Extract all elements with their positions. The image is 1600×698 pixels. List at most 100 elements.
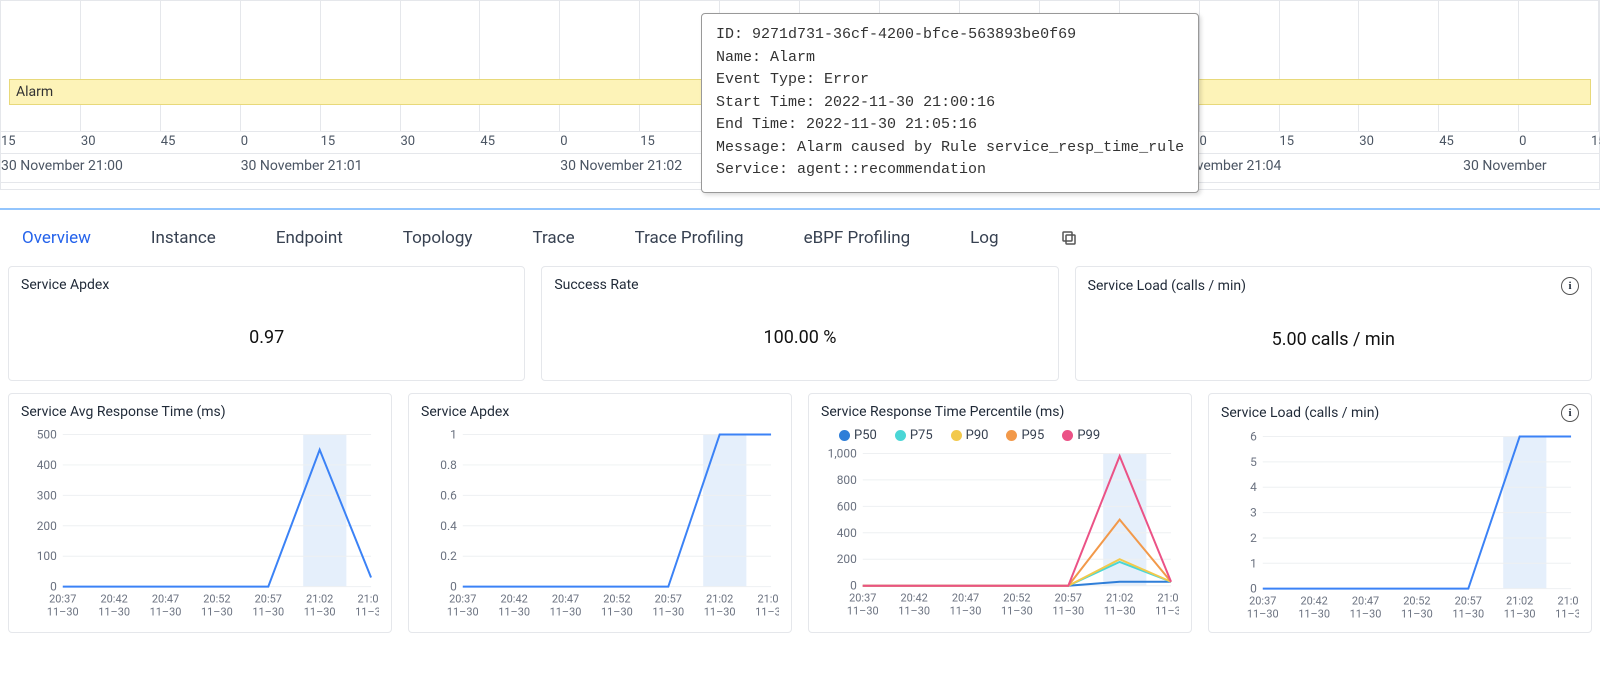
svg-text:1,000: 1,000 — [828, 447, 857, 460]
svg-text:600: 600 — [837, 499, 857, 513]
svg-text:20:37: 20:37 — [849, 592, 876, 605]
tooltip-svc: agent::recommendation — [797, 161, 986, 178]
svg-text:11–30: 11–30 — [304, 605, 336, 618]
svg-text:1: 1 — [1250, 556, 1257, 570]
svg-text:0.6: 0.6 — [440, 488, 457, 502]
legend-item[interactable]: P90 — [951, 428, 989, 443]
info-icon[interactable]: i — [1561, 404, 1579, 422]
card-title: Service Load (calls / min) — [1088, 278, 1246, 294]
chart-apdex: Service Apdex 00.20.40.60.8120:3711–3020… — [408, 393, 792, 633]
tab-endpoint[interactable]: Endpoint — [276, 228, 343, 248]
svg-text:11–30: 11–30 — [498, 605, 530, 618]
tab-instance[interactable]: Instance — [151, 228, 216, 248]
legend-item[interactable]: P95 — [1006, 428, 1044, 443]
card-value: 5.00 calls / min — [1076, 305, 1591, 380]
timeline-tick: 30 — [81, 134, 96, 149]
tab-trace[interactable]: Trace — [532, 228, 574, 248]
tab-log[interactable]: Log — [970, 228, 998, 248]
chart-svg[interactable]: 00.20.40.60.8120:3711–3020:4211–3020:471… — [421, 428, 779, 623]
svg-text:20:57: 20:57 — [255, 593, 282, 606]
info-icon[interactable]: i — [1561, 277, 1579, 295]
tooltip-id: 9271d731-36cf-4200-bfce-563893be0f69 — [752, 26, 1076, 43]
svg-text:11–30: 11–30 — [601, 605, 633, 618]
tab-overview[interactable]: Overview — [22, 228, 91, 248]
percentile-legend: P50 P75 P90 P95 P99 — [809, 424, 1191, 443]
legend-item[interactable]: P75 — [895, 428, 933, 443]
svg-text:11–30: 11–30 — [1350, 607, 1382, 620]
svg-text:21:02: 21:02 — [1106, 592, 1133, 605]
tooltip-name: Alarm — [770, 49, 815, 66]
alarm-label: Alarm — [16, 84, 53, 100]
chart-title: Service Avg Response Time (ms) — [21, 404, 226, 420]
svg-text:11–30: 11–30 — [652, 605, 684, 618]
tooltip-name-label: Name: — [716, 49, 761, 66]
timeline-tick: 45 — [161, 134, 176, 149]
svg-text:0: 0 — [450, 580, 457, 594]
chart-svg[interactable]: 010020030040050020:3711–3020:4211–3020:4… — [21, 428, 379, 623]
svg-text:21:07: 21:07 — [1557, 595, 1579, 608]
chart-title: Service Response Time Percentile (ms) — [821, 404, 1064, 420]
svg-text:20:57: 20:57 — [1055, 592, 1082, 605]
svg-text:11–30: 11–30 — [550, 605, 582, 618]
tab-ebpf-profiling[interactable]: eBPF Profiling — [804, 228, 911, 248]
svg-text:2: 2 — [1250, 531, 1257, 545]
svg-text:11–30: 11–30 — [1001, 605, 1033, 618]
chart-percentile: Service Response Time Percentile (ms) P5… — [808, 393, 1192, 633]
svg-text:11–30: 11–30 — [355, 605, 379, 618]
svg-text:11–30: 11–30 — [98, 605, 130, 618]
svg-text:0.2: 0.2 — [440, 549, 457, 563]
alarm-tooltip: ID: 9271d731-36cf-4200-bfce-563893be0f69… — [701, 13, 1199, 193]
tooltip-start: 2022-11-30 21:00:16 — [824, 94, 995, 111]
svg-text:20:52: 20:52 — [1003, 592, 1030, 605]
svg-text:11–30: 11–30 — [150, 605, 182, 618]
svg-text:0: 0 — [850, 579, 857, 593]
timeline-tick: 30 — [1359, 134, 1374, 149]
legend-item[interactable]: P50 — [839, 428, 877, 443]
svg-text:400: 400 — [37, 458, 57, 472]
svg-text:200: 200 — [837, 552, 857, 566]
card-service-apdex: Service Apdex 0.97 — [8, 266, 525, 381]
timeline-tick: 45 — [480, 134, 495, 149]
svg-text:11–30: 11–30 — [1052, 605, 1084, 618]
svg-text:6: 6 — [1250, 430, 1257, 443]
chart-title: Service Apdex — [421, 404, 509, 420]
svg-text:20:57: 20:57 — [1455, 595, 1482, 608]
svg-text:20:47: 20:47 — [552, 593, 579, 606]
tab-topology[interactable]: Topology — [403, 228, 473, 248]
svg-text:0.4: 0.4 — [440, 519, 457, 533]
svg-text:20:42: 20:42 — [901, 592, 928, 605]
svg-text:11–30: 11–30 — [1504, 607, 1536, 620]
tooltip-eventtype: Error — [824, 71, 869, 88]
svg-text:11–30: 11–30 — [201, 605, 233, 618]
chart-title: Service Load (calls / min) — [1221, 405, 1379, 421]
svg-text:0: 0 — [1250, 582, 1257, 596]
svg-text:20:42: 20:42 — [501, 593, 528, 606]
svg-text:20:47: 20:47 — [1352, 595, 1379, 608]
timeline-panel: Alarm 1530450153045015304501530450153045… — [0, 0, 1600, 190]
svg-text:800: 800 — [837, 473, 857, 487]
svg-text:20:37: 20:37 — [1249, 595, 1276, 608]
timeline-tick: 15 — [1279, 134, 1294, 149]
tab-trace-profiling[interactable]: Trace Profiling — [635, 228, 744, 248]
timeline-date-label: 30 November 21:01 — [241, 158, 363, 174]
svg-text:5: 5 — [1250, 455, 1257, 469]
timeline-tick: 0 — [1519, 134, 1526, 149]
kpi-row: Service Apdex 0.97 Success Rate 100.00 %… — [0, 266, 1600, 393]
timeline-tick: 45 — [1439, 134, 1454, 149]
card-service-load: Service Load (calls / min) i 5.00 calls … — [1075, 266, 1592, 381]
timeline-tick: 15 — [1, 134, 16, 149]
legend-item[interactable]: P99 — [1062, 428, 1100, 443]
card-value: 0.97 — [9, 303, 524, 378]
svg-text:20:37: 20:37 — [49, 593, 76, 606]
chart-svg[interactable]: 012345620:3711–3020:4211–3020:4711–3020:… — [1221, 430, 1579, 625]
copy-icon[interactable] — [1059, 228, 1079, 248]
svg-text:11–30: 11–30 — [1155, 605, 1179, 618]
svg-text:20:52: 20:52 — [603, 593, 630, 606]
svg-text:11–30: 11–30 — [252, 605, 284, 618]
svg-text:21:07: 21:07 — [757, 593, 779, 606]
svg-text:20:37: 20:37 — [449, 593, 476, 606]
chart-svg[interactable]: 02004006008001,00020:3711–3020:4211–3020… — [821, 447, 1179, 622]
tooltip-eventtype-label: Event Type: — [716, 71, 815, 88]
timeline-tick: 15 — [640, 134, 655, 149]
card-value: 100.00 % — [542, 303, 1057, 378]
